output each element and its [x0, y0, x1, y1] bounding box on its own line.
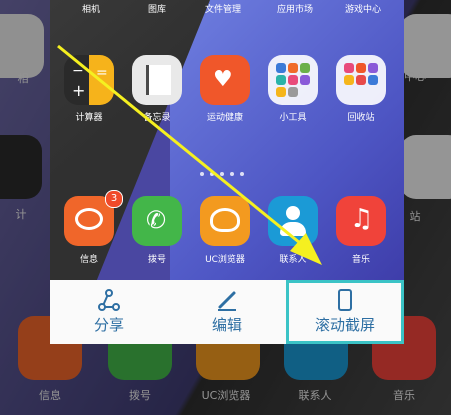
bg-recycle-icon — [400, 135, 451, 199]
share-label: 分享 — [93, 316, 124, 334]
page-dot — [210, 172, 214, 176]
screenshot-action-bar: 分享 编辑 滚动截屏 — [50, 280, 404, 344]
label-messages: 信息 — [79, 255, 98, 265]
bg-label-camera-partial: 相 — [17, 72, 29, 85]
label-recycle: 回收站 — [347, 113, 375, 123]
label-notes: 备忘录 — [143, 113, 171, 123]
uc-browser-icon[interactable] — [200, 196, 250, 246]
bg-label-music: 音乐 — [393, 389, 415, 402]
label-music: 音乐 — [351, 255, 370, 265]
bg-game-center-icon — [400, 14, 451, 78]
recycle-folder-icon[interactable] — [336, 55, 386, 105]
scroll-screenshot-label: 滚动截屏 — [314, 316, 375, 334]
screenshot-preview[interactable]: 相机 图库 文件管理 应用市场 游戏中心 − + = 计算器 备忘录 ♥ 运动健… — [50, 0, 404, 280]
label-contacts: 联系人 — [279, 255, 307, 265]
bg-label-calc-partial: 计 — [15, 208, 27, 221]
page-dot — [230, 172, 234, 176]
edit-pencil-icon — [218, 291, 236, 311]
page-dot — [200, 172, 204, 176]
share-icon — [98, 289, 120, 311]
top-label-camera: 相机 — [81, 5, 100, 15]
calculator-icon[interactable]: − + = — [64, 55, 114, 105]
bg-label-phone: 拨号 — [129, 389, 151, 402]
bg-label-messages: 信息 — [39, 389, 61, 402]
health-icon[interactable]: ♥ — [200, 55, 250, 105]
music-icon[interactable]: ♫ — [336, 196, 386, 246]
notes-icon[interactable] — [132, 55, 182, 105]
label-tools: 小工具 — [279, 113, 307, 123]
scroll-screenshot-icon — [338, 289, 352, 311]
tools-folder-icon[interactable] — [268, 55, 318, 105]
share-button[interactable]: 分享 — [50, 280, 168, 344]
label-uc-browser: UC浏览器 — [205, 255, 245, 265]
top-label-app-market: 应用市场 — [276, 5, 313, 15]
preview-top-row-labels: 相机 图库 文件管理 应用市场 游戏中心 — [50, 0, 404, 16]
edit-label: 编辑 — [211, 316, 242, 334]
bg-camera-icon — [0, 14, 44, 78]
bg-calculator-icon — [0, 135, 42, 199]
scroll-screenshot-button[interactable]: 滚动截屏 — [286, 280, 404, 344]
top-label-game-center: 游戏中心 — [344, 5, 381, 15]
label-phone: 拨号 — [147, 255, 166, 265]
messages-badge: 3 — [105, 190, 123, 208]
label-calculator: 计算器 — [75, 113, 103, 123]
contacts-icon[interactable] — [268, 196, 318, 246]
page-dot — [240, 172, 244, 176]
bg-label-contacts: 联系人 — [298, 389, 332, 402]
bg-label-uc-browser: UC浏览器 — [201, 389, 251, 402]
top-label-files: 文件管理 — [204, 5, 241, 15]
page-indicator — [200, 172, 280, 178]
label-health: 运动健康 — [206, 113, 243, 123]
top-label-gallery: 图库 — [147, 5, 166, 15]
phone-icon[interactable]: ✆ — [132, 196, 182, 246]
page-dot — [220, 172, 224, 176]
edit-button[interactable]: 编辑 — [168, 280, 286, 344]
